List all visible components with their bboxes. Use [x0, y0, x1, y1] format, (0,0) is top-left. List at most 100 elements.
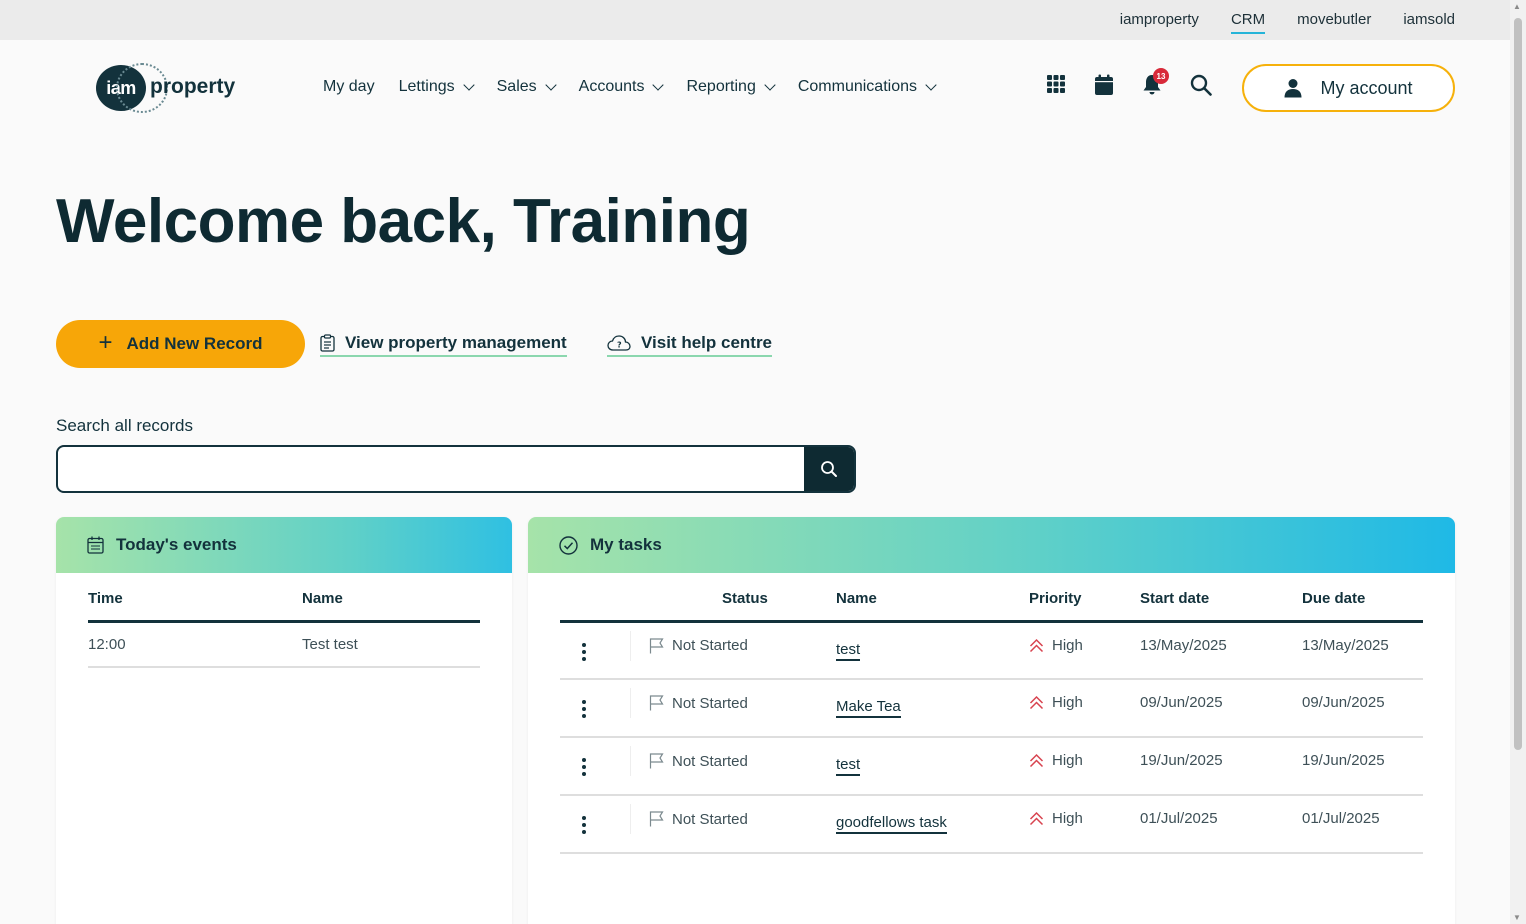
task-due-date: 01/Jul/2025 [1302, 795, 1423, 854]
plus-icon: + [98, 328, 113, 356]
todays-events-header: Today's events [56, 517, 512, 573]
task-start-date: 01/Jul/2025 [1140, 795, 1302, 854]
chevron-down-icon [764, 78, 776, 91]
search-submit-button[interactable] [804, 447, 854, 491]
task-due-date: 19/Jun/2025 [1302, 737, 1423, 796]
task-priority: High [1052, 752, 1083, 769]
page-scrollbar[interactable]: ▲ ▼ [1510, 0, 1526, 924]
task-status: Not Started [672, 752, 748, 770]
add-new-record-button[interactable]: + Add New Record [56, 320, 305, 368]
view-property-management-link[interactable]: View property management [320, 333, 567, 357]
table-row[interactable]: Not Started Make Tea High 09/Jun/2025 09… [560, 679, 1423, 738]
column-header-priority: Priority [1029, 590, 1140, 623]
table-row[interactable]: Not Started test High 13/May/2025 13/May… [560, 621, 1423, 680]
task-due-date: 09/Jun/2025 [1302, 679, 1423, 738]
task-priority: High [1052, 694, 1083, 711]
chevron-down-icon [462, 78, 475, 91]
calendar-icon[interactable] [1094, 74, 1114, 96]
priority-cell: High [1029, 810, 1140, 827]
main-nav: My day Lettings Sales Accounts Reporting… [323, 78, 959, 96]
visit-help-centre-link[interactable]: ? Visit help centre [607, 333, 773, 357]
topbar-link-movebutler[interactable]: movebutler [1297, 11, 1371, 34]
nav-label: Communications [797, 78, 917, 95]
grid-icon[interactable] [1046, 74, 1066, 96]
iamproperty-logo[interactable]: iam property [96, 63, 235, 113]
nav-item-accounts[interactable]: Accounts [578, 78, 665, 96]
nav-item-my-day[interactable]: My day [323, 78, 375, 96]
task-start-date: 19/Jun/2025 [1140, 737, 1302, 796]
priority-cell: High [1029, 637, 1140, 654]
topbar-link-iamsold[interactable]: iamsold [1403, 11, 1455, 34]
tasks-table: Status Name Priority Start date Due date… [560, 590, 1423, 854]
chevron-down-icon [652, 78, 665, 91]
column-header-status: Status [630, 590, 836, 623]
nav-item-communications[interactable]: Communications [797, 78, 937, 96]
more-actions-icon[interactable] [576, 810, 592, 834]
todays-events-title: Today's events [116, 535, 237, 554]
double-chevron-up-icon [1029, 695, 1044, 710]
topbar-link-crm[interactable]: CRM [1230, 11, 1266, 34]
visit-help-centre-label: Visit help centre [641, 333, 773, 352]
more-actions-icon[interactable] [576, 694, 592, 718]
nav-item-lettings[interactable]: Lettings [399, 78, 475, 96]
my-tasks-title: My tasks [590, 535, 662, 554]
table-row[interactable]: Not Started test High 19/Jun/2025 19/Jun… [560, 737, 1423, 796]
status-cell: Not Started [630, 630, 836, 661]
more-actions-icon[interactable] [576, 752, 592, 776]
search-icon[interactable] [1190, 74, 1212, 96]
check-circle-icon [559, 535, 578, 555]
column-header-actions [560, 590, 630, 623]
task-name-link[interactable]: goodfellows task [836, 814, 947, 834]
task-due-date: 13/May/2025 [1302, 621, 1423, 680]
nav-item-reporting[interactable]: Reporting [686, 78, 776, 96]
main-header: iam property My day Lettings Sales Accou… [0, 40, 1510, 136]
todays-events-panel: Today's events Time Name 12:00 Test test [56, 517, 512, 924]
event-name: Test test [302, 621, 480, 668]
flag-icon [649, 753, 664, 769]
notification-count-badge: 13 [1153, 68, 1169, 84]
svg-text:?: ? [617, 341, 622, 350]
chevron-down-icon [925, 78, 937, 91]
scrollbar-thumb[interactable] [1514, 18, 1522, 750]
search-label: Search all records [56, 416, 194, 435]
page-title: Welcome back, Training [56, 187, 751, 256]
table-row[interactable]: Not Started goodfellows task High 01/Jul… [560, 795, 1423, 854]
scroll-up-arrow-icon[interactable]: ▲ [1513, 2, 1521, 11]
column-header-time: Time [88, 590, 302, 623]
nav-label: Accounts [578, 78, 645, 95]
header-icon-group: 13 [1046, 68, 1212, 96]
priority-cell: High [1029, 694, 1140, 711]
more-actions-icon[interactable] [576, 637, 592, 661]
task-status: Not Started [672, 694, 748, 712]
double-chevron-up-icon [1029, 638, 1044, 652]
view-property-management-label: View property management [345, 333, 567, 352]
task-priority: High [1052, 636, 1083, 654]
double-chevron-up-icon [1029, 811, 1044, 826]
search-input[interactable] [58, 447, 806, 491]
task-start-date: 13/May/2025 [1140, 621, 1302, 680]
search-icon [821, 461, 837, 477]
double-chevron-up-icon [1029, 753, 1044, 768]
events-header-row: Time Name [88, 590, 480, 623]
task-name-link[interactable]: test [836, 756, 861, 776]
task-status: Not Started [672, 810, 748, 828]
status-cell: Not Started [630, 804, 836, 834]
brand-switcher: iamproperty CRM movebutler iamsold [1120, 11, 1455, 34]
priority-cell: High [1029, 752, 1140, 769]
scroll-down-arrow-icon[interactable]: ▼ [1513, 913, 1521, 922]
bell-icon[interactable]: 13 [1142, 68, 1169, 96]
task-name-link[interactable]: test [836, 641, 861, 661]
search-box [56, 445, 856, 493]
my-account-button[interactable]: My account [1242, 64, 1455, 112]
calendar-outline-icon [87, 536, 104, 554]
table-row[interactable]: 12:00 Test test [88, 621, 480, 668]
column-header-name: Name [836, 590, 1029, 623]
tasks-header-row: Status Name Priority Start date Due date [560, 590, 1423, 623]
cloud-question-icon: ? [607, 335, 631, 351]
event-time: 12:00 [88, 621, 302, 668]
nav-item-sales[interactable]: Sales [497, 78, 557, 96]
status-cell: Not Started [630, 746, 836, 776]
task-name-link[interactable]: Make Tea [836, 698, 901, 718]
topbar-link-iamproperty[interactable]: iamproperty [1120, 11, 1199, 34]
user-icon [1284, 79, 1302, 98]
